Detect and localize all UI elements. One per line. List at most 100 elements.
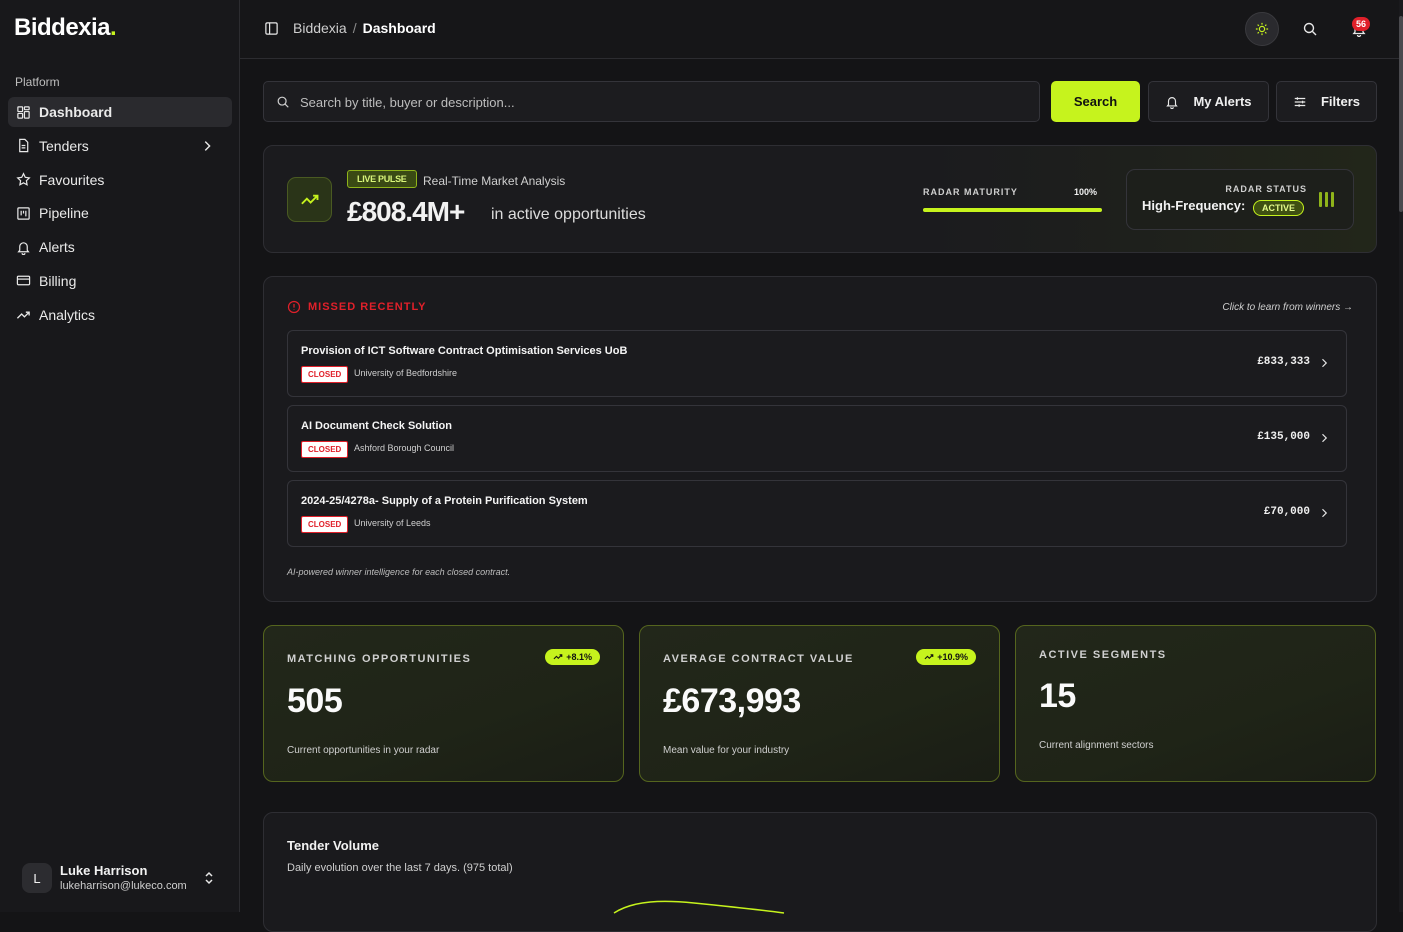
pipeline-icon — [17, 207, 30, 220]
filters-button[interactable]: Filters — [1276, 81, 1377, 122]
stat-value: 505 — [287, 682, 343, 720]
breadcrumb-current: Dashboard — [362, 20, 436, 36]
user-menu[interactable]: L Luke Harrison lukeharrison@lukeco.com — [22, 862, 222, 896]
buyer-name: Ashford Borough Council — [354, 443, 455, 453]
signal-bars-icon — [1319, 192, 1337, 212]
breadcrumb-separator: / — [352, 20, 357, 36]
breadcrumb: Biddexia / Dashboard — [293, 20, 436, 36]
chevron-updown-icon — [205, 871, 213, 885]
learn-from-winners-link[interactable]: Click to learn from winners → — [1222, 302, 1353, 313]
chevron-right-icon — [1322, 358, 1328, 368]
tender-volume-title: Tender Volume — [287, 838, 379, 853]
missed-recently-card: MISSED RECENTLY Click to learn from winn… — [263, 276, 1377, 602]
breadcrumb-root[interactable]: Biddexia — [293, 20, 347, 36]
live-pulse-card: LIVE PULSE Real-Time Market Analysis £80… — [263, 145, 1377, 253]
sidebar-item-label: Pipeline — [39, 205, 89, 222]
radar-status-box: RADAR STATUS High-Frequency: ACTIVE — [1126, 169, 1354, 230]
user-name: Luke Harrison — [60, 863, 148, 878]
closed-badge: CLOSED — [301, 366, 349, 383]
buyer-name: University of Bedfordshire — [354, 368, 458, 378]
missed-tender-row[interactable]: 2024-25/4278a- Supply of a Protein Purif… — [287, 480, 1347, 547]
bell-icon — [1166, 96, 1179, 109]
sidebar-item-billing[interactable]: Billing — [8, 266, 232, 296]
theme-toggle-button[interactable] — [1245, 12, 1279, 46]
search-icon — [277, 96, 289, 108]
tender-volume-chart — [613, 900, 785, 914]
sidebar-toggle-icon[interactable] — [264, 21, 279, 36]
trend-up-icon — [287, 177, 332, 222]
avatar: L — [22, 863, 52, 893]
tender-title: Provision of ICT Software Contract Optim… — [301, 345, 628, 357]
sidebar-item-pipeline[interactable]: Pipeline — [8, 198, 232, 228]
missed-footer-note: AI-powered winner intelligence for each … — [287, 567, 511, 577]
radar-maturity-bar — [923, 208, 1102, 212]
sliders-icon — [1294, 96, 1306, 107]
closed-badge: CLOSED — [301, 441, 349, 458]
sidebar-item-label: Dashboard — [39, 104, 113, 120]
credit-card-icon — [16, 276, 31, 286]
sidebar-item-label: Favourites — [39, 171, 105, 188]
sidebar-item-label: Alerts — [39, 239, 75, 256]
radar-maturity-label: RADAR MATURITY — [923, 187, 1018, 197]
pulse-subtitle: Real-Time Market Analysis — [423, 174, 566, 188]
document-icon — [19, 139, 29, 153]
tender-title: 2024-25/4278a- Supply of a Protein Purif… — [301, 495, 588, 507]
page-scrollbar[interactable] — [1399, 0, 1403, 912]
radar-status-label: RADAR STATUS — [1225, 184, 1307, 194]
sidebar-item-label: Analytics — [39, 306, 96, 323]
tender-volume-card: Tender Volume Daily evolution over the l… — [263, 812, 1377, 932]
filters-label: Filters — [1320, 94, 1360, 109]
sidebar-item-alerts[interactable]: Alerts — [8, 232, 232, 262]
tender-title: AI Document Check Solution — [301, 420, 452, 432]
chevron-right-icon — [204, 140, 211, 151]
trend-badge: +8.1% — [545, 649, 600, 665]
sidebar-item-tenders[interactable]: Tenders — [8, 131, 232, 161]
radar-status-pill: ACTIVE — [1253, 200, 1305, 216]
sun-icon — [1255, 22, 1269, 36]
volume-line — [613, 900, 785, 914]
scrollbar-thumb[interactable] — [1399, 16, 1403, 212]
radar-maturity-value: 100% — [1074, 187, 1098, 197]
missed-tender-row[interactable]: Provision of ICT Software Contract Optim… — [287, 330, 1347, 397]
pulse-amount-caption: in active opportunities — [491, 206, 646, 223]
sidebar-item-favourites[interactable]: Favourites — [8, 165, 232, 195]
tender-value: £135,000 — [1257, 431, 1310, 443]
missed-tender-row[interactable]: AI Document Check Solution CLOSED Ashfor… — [287, 405, 1347, 472]
my-alerts-button[interactable]: My Alerts — [1148, 81, 1269, 122]
trend-up-icon — [924, 654, 934, 660]
search-input[interactable] — [300, 92, 1020, 112]
closed-badge: CLOSED — [301, 516, 349, 533]
sidebar-item-dashboard[interactable]: Dashboard — [8, 97, 232, 127]
stat-caption: Current alignment sectors — [1039, 740, 1154, 751]
alert-circle-icon — [287, 300, 301, 314]
stat-caption: Mean value for your industry — [663, 745, 790, 756]
chevron-right-icon — [1322, 508, 1328, 518]
search-field — [263, 81, 1040, 122]
topbar: Biddexia / Dashboard 56 — [240, 0, 1403, 59]
search-row: Search My Alerts Filters — [263, 81, 1377, 122]
trend-icon — [16, 311, 30, 319]
buyer-name: University of Leeds — [354, 518, 431, 528]
sidebar: Biddexia. Platform Dashboard Tenders Fav… — [0, 0, 240, 912]
tender-value: £833,333 — [1257, 356, 1310, 368]
stat-value: 15 — [1039, 677, 1076, 715]
sidebar-item-analytics[interactable]: Analytics — [8, 300, 232, 330]
nav-section-label: Platform — [15, 75, 60, 89]
search-icon[interactable] — [1302, 21, 1318, 37]
stat-caption: Current opportunities in your radar — [287, 745, 440, 756]
tender-value: £70,000 — [1263, 506, 1310, 518]
stat-label: MATCHING OPPORTUNITIES — [287, 653, 472, 665]
missed-recently-heading: MISSED RECENTLY — [287, 300, 427, 314]
search-button[interactable]: Search — [1051, 81, 1140, 122]
pulse-amount: £808.4M+ — [347, 196, 465, 227]
sidebar-item-label: Billing — [39, 272, 77, 289]
bell-icon — [17, 241, 30, 255]
my-alerts-label: My Alerts — [1193, 94, 1252, 109]
user-email: lukeharrison@lukeco.com — [60, 880, 187, 892]
brand-logo[interactable]: Biddexia. — [14, 14, 117, 42]
stat-value: £673,993 — [663, 682, 801, 720]
radar-maturity-fill — [923, 208, 1102, 212]
dashboard-icon — [17, 105, 30, 119]
stat-card-matching-opportunities: MATCHING OPPORTUNITIES +8.1% 505 Current… — [263, 625, 624, 782]
star-icon — [16, 172, 31, 186]
